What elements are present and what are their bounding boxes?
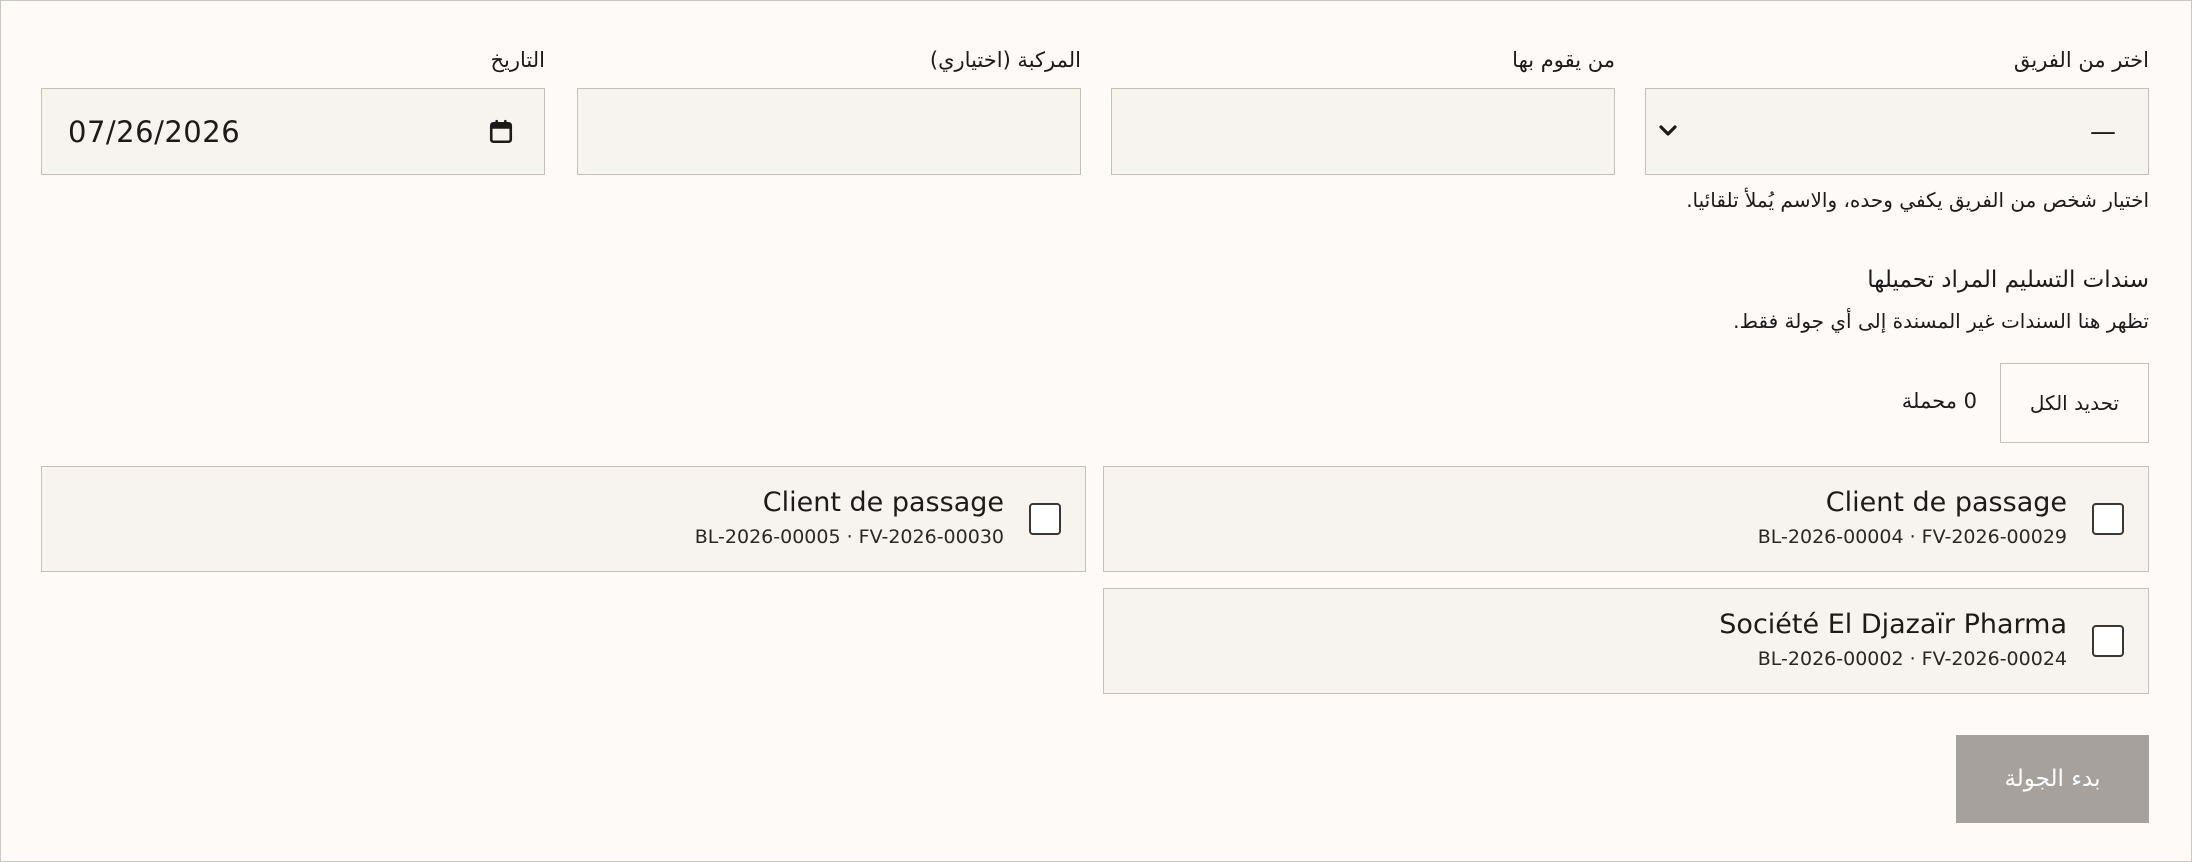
- chevron-down-icon: [1659, 125, 1677, 136]
- team-select[interactable]: —: [1645, 88, 2149, 175]
- delivery-note-client: Société El Djazaïr Pharma: [1719, 609, 2067, 640]
- calendar-icon[interactable]: [488, 119, 514, 145]
- date-input[interactable]: 07/26/2026: [41, 88, 545, 175]
- delivery-notes-title: سندات التسليم المراد تحميلها: [1867, 267, 2149, 293]
- delivery-note-card[interactable]: Client de passage BL-2026-00005 · FV-202…: [41, 466, 1086, 572]
- vehicle-label: المركبة (اختياري): [929, 48, 1081, 72]
- trip-form: اختر من الفريق — اختيار شخص من الفريق يك…: [0, 0, 2192, 862]
- start-trip-button[interactable]: بدء الجولة: [1956, 735, 2149, 823]
- loaded-count: 0 محملة: [1901, 389, 1977, 413]
- delivery-note-checkbox[interactable]: [2092, 503, 2124, 535]
- delivery-note-client: Client de passage: [762, 487, 1004, 518]
- delivery-note-checkbox[interactable]: [1029, 503, 1061, 535]
- performer-input[interactable]: [1111, 88, 1615, 175]
- team-select-label: اختر من الفريق: [2013, 48, 2149, 72]
- performer-label: من يقوم بها: [1512, 48, 1615, 72]
- vehicle-input[interactable]: [577, 88, 1081, 175]
- select-all-button[interactable]: تحديد الكل: [2000, 363, 2149, 443]
- delivery-note-refs: BL-2026-00005 · FV-2026-00030: [694, 526, 1004, 548]
- team-select-value: —: [2090, 117, 2116, 147]
- delivery-note-refs: BL-2026-00004 · FV-2026-00029: [1757, 526, 2067, 548]
- date-label: التاريخ: [490, 48, 545, 72]
- delivery-note-card[interactable]: Client de passage BL-2026-00004 · FV-202…: [1103, 466, 2149, 572]
- delivery-note-client: Client de passage: [1825, 487, 2067, 518]
- delivery-notes-subtitle: تظهر هنا السندات غير المسندة إلى أي جولة…: [1733, 309, 2149, 333]
- delivery-note-checkbox[interactable]: [2092, 625, 2124, 657]
- team-hint: اختيار شخص من الفريق يكفي وحده، والاسم ي…: [1686, 188, 2149, 212]
- date-value: 07/26/2026: [68, 115, 241, 149]
- delivery-note-card[interactable]: Société El Djazaïr Pharma BL-2026-00002 …: [1103, 588, 2149, 694]
- delivery-note-refs: BL-2026-00002 · FV-2026-00024: [1757, 648, 2067, 670]
